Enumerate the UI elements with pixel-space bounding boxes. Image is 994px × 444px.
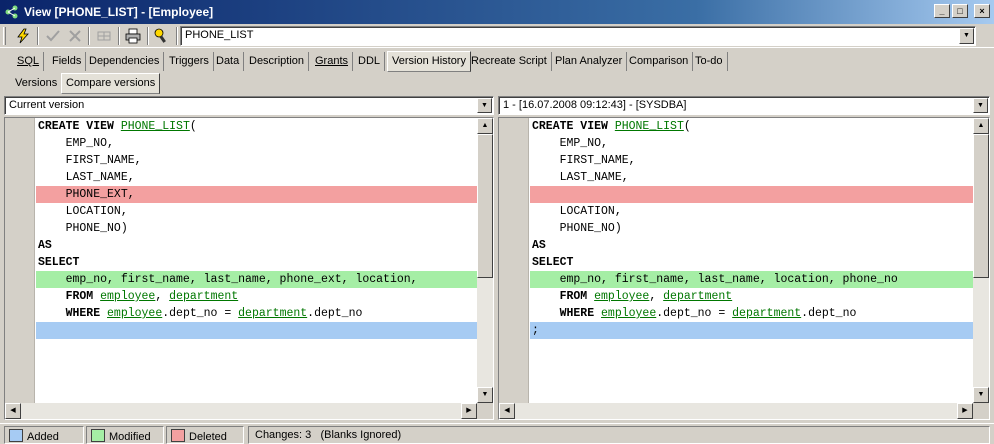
commit-icon[interactable] [42, 26, 64, 46]
object-name-combo[interactable]: PHONE_LIST ▼ [180, 26, 976, 46]
tab-version-history[interactable]: Version History [387, 51, 471, 72]
right-vertical-scrollbar[interactable]: ▲ ▼ [973, 118, 989, 403]
minimize-button[interactable]: _ [934, 4, 950, 18]
right-version-select[interactable]: 1 - [16.07.2008 09:12:43] - [SYSDBA] ▼ [498, 96, 990, 115]
tab-sql[interactable]: SQL [13, 52, 45, 71]
tab-description[interactable]: Description [245, 52, 310, 71]
code-line[interactable] [36, 322, 477, 339]
legend-added: Added [4, 426, 84, 444]
scroll-left-icon[interactable]: ◀ [5, 403, 21, 419]
view-icon [5, 5, 18, 19]
rollback-icon[interactable] [64, 26, 86, 46]
right-vscroll-thumb[interactable] [973, 134, 989, 278]
status-bar: Added Modified Deleted Changes: 3 (Blank… [0, 423, 994, 444]
code-line[interactable]: emp_no, first_name, last_name, location,… [530, 271, 973, 288]
changes-status: Changes: 3 (Blanks Ignored) [248, 426, 990, 444]
left-code-editor[interactable]: CREATE VIEW PHONE_LIST( EMP_NO, FIRST_NA… [4, 117, 494, 420]
code-line[interactable]: LOCATION, [530, 203, 973, 220]
code-line[interactable] [530, 186, 973, 203]
print-icon[interactable] [122, 26, 144, 46]
right-horizontal-scrollbar[interactable]: ◀ ▶ [499, 403, 973, 419]
scroll-left-icon[interactable]: ◀ [499, 403, 515, 419]
tab-to-do[interactable]: To-do [691, 52, 728, 71]
code-line[interactable]: PHONE_NO) [530, 220, 973, 237]
object-name-value: PHONE_LIST [185, 29, 254, 41]
chevron-down-icon[interactable]: ▼ [959, 28, 974, 44]
code-line[interactable]: PHONE_NO) [36, 220, 477, 237]
scroll-right-icon[interactable]: ▶ [957, 403, 973, 419]
tab-plan-analyzer[interactable]: Plan Analyzer [551, 52, 628, 71]
subtab-compare-versions[interactable]: Compare versions [61, 73, 161, 94]
code-line[interactable]: PHONE_EXT, [36, 186, 477, 203]
tab-fields[interactable]: Fields [48, 52, 87, 71]
toolbar: PHONE_LIST ▼ [0, 24, 994, 48]
changes-note: (Blanks Ignored) [320, 429, 402, 441]
legend-modified-label: Modified [109, 431, 151, 443]
legend-added-label: Added [27, 431, 59, 443]
left-gutter [5, 118, 35, 403]
code-line[interactable]: FROM employee, department [36, 288, 477, 305]
right-code-area[interactable]: CREATE VIEW PHONE_LIST( EMP_NO, FIRST_NA… [530, 118, 973, 403]
tab-recreate-script[interactable]: Recreate Script [467, 52, 552, 71]
code-line[interactable]: SELECT [36, 254, 477, 271]
tab-comparison[interactable]: Comparison [625, 52, 694, 71]
code-line[interactable]: SELECT [530, 254, 973, 271]
close-button[interactable]: × [974, 4, 990, 18]
code-line[interactable]: CREATE VIEW PHONE_LIST( [530, 118, 973, 135]
main-tabs: SQL Fields Dependencies Triggers Data Descrip… [0, 51, 994, 72]
added-swatch [9, 429, 23, 442]
grid-icon[interactable] [93, 26, 115, 46]
scroll-right-icon[interactable]: ▶ [461, 403, 477, 419]
code-line[interactable]: LOCATION, [36, 203, 477, 220]
subtab-versions[interactable]: Versions [11, 74, 63, 93]
tab-triggers[interactable]: Triggers [165, 52, 214, 71]
code-line[interactable]: AS [530, 237, 973, 254]
title-bar: View [PHONE_LIST] - [Employee] _ □ × [0, 0, 994, 24]
code-line[interactable]: AS [36, 237, 477, 254]
window-title: View [PHONE_LIST] - [Employee] [24, 5, 214, 19]
tab-dependencies[interactable]: Dependencies [85, 52, 165, 71]
left-code-area[interactable]: CREATE VIEW PHONE_LIST( EMP_NO, FIRST_NA… [36, 118, 477, 403]
code-line[interactable]: EMP_NO, [530, 135, 973, 152]
left-version-value: Current version [9, 99, 85, 111]
modified-swatch [91, 429, 105, 442]
legend-deleted: Deleted [166, 426, 244, 444]
toolbar-grip[interactable] [3, 27, 6, 45]
code-line[interactable]: FROM employee, department [530, 288, 973, 305]
sub-tabs: Versions Compare versions [0, 73, 994, 94]
changes-count: Changes: 3 [255, 429, 312, 441]
code-line[interactable]: FIRST_NAME, [530, 152, 973, 169]
tab-ddl[interactable]: DDL [354, 52, 386, 71]
right-gutter [499, 118, 529, 403]
left-horizontal-scrollbar[interactable]: ◀ ▶ [5, 403, 477, 419]
code-line[interactable]: CREATE VIEW PHONE_LIST( [36, 118, 477, 135]
right-version-value: 1 - [16.07.2008 09:12:43] - [SYSDBA] [503, 99, 687, 111]
code-line[interactable]: LAST_NAME, [530, 169, 973, 186]
right-code-editor[interactable]: CREATE VIEW PHONE_LIST( EMP_NO, FIRST_NA… [498, 117, 990, 420]
legend-deleted-label: Deleted [189, 431, 227, 443]
scroll-down-icon[interactable]: ▼ [477, 387, 493, 403]
deleted-swatch [171, 429, 185, 442]
code-line[interactable]: FIRST_NAME, [36, 152, 477, 169]
scroll-up-icon[interactable]: ▲ [477, 118, 493, 134]
chevron-down-icon[interactable]: ▼ [973, 98, 988, 113]
code-line[interactable]: WHERE employee.dept_no = department.dept… [530, 305, 973, 322]
legend-modified: Modified [86, 426, 164, 444]
code-line[interactable]: ; [530, 322, 973, 339]
chevron-down-icon[interactable]: ▼ [477, 98, 492, 113]
dependencies-icon[interactable] [151, 26, 173, 46]
left-version-select[interactable]: Current version ▼ [4, 96, 494, 115]
tab-data[interactable]: Data [212, 52, 245, 71]
code-line[interactable]: WHERE employee.dept_no = department.dept… [36, 305, 477, 322]
tab-grants[interactable]: Grants [311, 52, 354, 71]
scroll-down-icon[interactable]: ▼ [973, 387, 989, 403]
code-line[interactable]: EMP_NO, [36, 135, 477, 152]
left-vscroll-thumb[interactable] [477, 134, 493, 278]
compile-icon[interactable] [12, 26, 34, 46]
code-line[interactable]: emp_no, first_name, last_name, phone_ext… [36, 271, 477, 288]
left-vertical-scrollbar[interactable]: ▲ ▼ [477, 118, 493, 403]
maximize-button[interactable]: □ [952, 4, 968, 18]
code-line[interactable]: LAST_NAME, [36, 169, 477, 186]
scroll-up-icon[interactable]: ▲ [973, 118, 989, 134]
